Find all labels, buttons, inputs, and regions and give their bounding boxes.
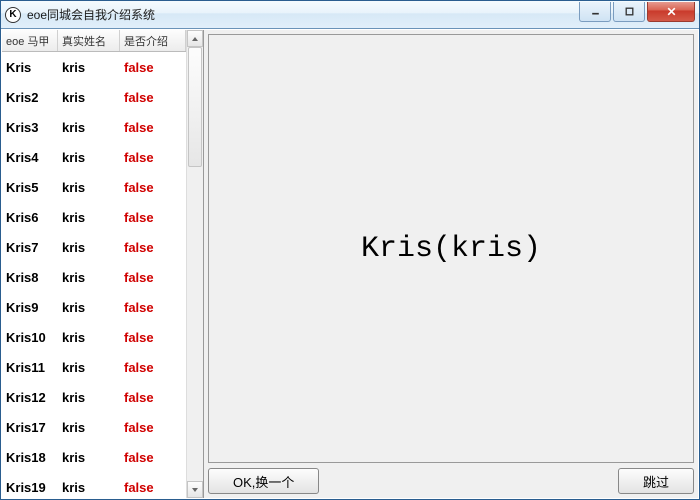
scrollbar-track[interactable]: [187, 47, 203, 481]
cell-c1: Kris11: [2, 360, 58, 375]
table-row[interactable]: Kris5krisfalse: [2, 172, 186, 202]
table-row[interactable]: Kris4krisfalse: [2, 142, 186, 172]
cell-c1: Kris19: [2, 480, 58, 495]
col-header-introduced[interactable]: 是否介绍: [120, 30, 186, 51]
cell-c1: Kris7: [2, 240, 58, 255]
cell-c3: false: [120, 240, 186, 255]
table-row[interactable]: Kris19krisfalse: [2, 472, 186, 498]
col-header-realname[interactable]: 真实姓名: [58, 30, 120, 51]
current-person-display: Kris(kris): [361, 232, 541, 266]
table-row[interactable]: Kris8krisfalse: [2, 262, 186, 292]
maximize-icon: [624, 6, 635, 17]
cell-c1: Kris17: [2, 420, 58, 435]
display-canvas: Kris(kris): [208, 34, 694, 463]
close-icon: [666, 6, 677, 17]
table-row[interactable]: Kris3krisfalse: [2, 112, 186, 142]
cell-c3: false: [120, 90, 186, 105]
cell-c3: false: [120, 210, 186, 225]
table-row[interactable]: Kris18krisfalse: [2, 442, 186, 472]
table-row[interactable]: Kris7krisfalse: [2, 232, 186, 262]
scroll-down-button[interactable]: [187, 481, 203, 498]
cell-c2: kris: [58, 450, 120, 465]
cell-c1: Kris3: [2, 120, 58, 135]
cell-c1: Kris10: [2, 330, 58, 345]
maximize-button[interactable]: [613, 2, 645, 22]
vertical-scrollbar[interactable]: [186, 30, 203, 498]
table-row[interactable]: Kris12krisfalse: [2, 382, 186, 412]
cell-c3: false: [120, 270, 186, 285]
cell-c2: kris: [58, 60, 120, 75]
cell-c1: Kris4: [2, 150, 58, 165]
window-title: eoe同城会自我介绍系统: [27, 6, 579, 23]
titlebar[interactable]: K eoe同城会自我介绍系统: [1, 1, 699, 29]
cell-c2: kris: [58, 390, 120, 405]
cell-c2: kris: [58, 480, 120, 495]
cell-c1: Kris2: [2, 90, 58, 105]
chevron-down-icon: [191, 486, 199, 494]
cell-c2: kris: [58, 150, 120, 165]
table-row[interactable]: Kris9krisfalse: [2, 292, 186, 322]
cell-c1: Kris8: [2, 270, 58, 285]
cell-c1: Kris9: [2, 300, 58, 315]
cell-c2: kris: [58, 330, 120, 345]
right-panel: Kris(kris) OK,换一个 跳过: [204, 30, 698, 498]
ok-next-button[interactable]: OK,换一个: [208, 468, 319, 494]
scroll-up-button[interactable]: [187, 30, 203, 47]
cell-c3: false: [120, 390, 186, 405]
cell-c1: Kris5: [2, 180, 58, 195]
cell-c1: Kris12: [2, 390, 58, 405]
cell-c2: kris: [58, 420, 120, 435]
cell-c1: Kris18: [2, 450, 58, 465]
chevron-up-icon: [191, 35, 199, 43]
table-row[interactable]: Kris6krisfalse: [2, 202, 186, 232]
cell-c2: kris: [58, 180, 120, 195]
table-row[interactable]: Kriskrisfalse: [2, 52, 186, 82]
cell-c3: false: [120, 300, 186, 315]
skip-button[interactable]: 跳过: [618, 468, 694, 494]
table-row[interactable]: Kris17krisfalse: [2, 412, 186, 442]
cell-c2: kris: [58, 120, 120, 135]
cell-c2: kris: [58, 240, 120, 255]
minimize-icon: [590, 6, 601, 17]
cell-c2: kris: [58, 210, 120, 225]
cell-c2: kris: [58, 360, 120, 375]
close-button[interactable]: [647, 2, 695, 22]
left-panel: eoe 马甲 真实姓名 是否介绍 KriskrisfalseKris2krisf…: [2, 30, 204, 498]
cell-c3: false: [120, 480, 186, 495]
minimize-button[interactable]: [579, 2, 611, 22]
table-body: KriskrisfalseKris2krisfalseKris3krisfals…: [2, 52, 186, 498]
cell-c3: false: [120, 120, 186, 135]
col-header-alias[interactable]: eoe 马甲: [2, 30, 58, 51]
cell-c3: false: [120, 360, 186, 375]
cell-c3: false: [120, 60, 186, 75]
cell-c3: false: [120, 150, 186, 165]
cell-c3: false: [120, 450, 186, 465]
app-window: K eoe同城会自我介绍系统 eoe 马甲 真实姓名 是否介绍: [0, 0, 700, 500]
cell-c1: Kris: [2, 60, 58, 75]
cell-c3: false: [120, 330, 186, 345]
table-row[interactable]: Kris2krisfalse: [2, 82, 186, 112]
app-icon: K: [5, 7, 21, 23]
cell-c2: kris: [58, 270, 120, 285]
table-header: eoe 马甲 真实姓名 是否介绍: [2, 30, 186, 52]
cell-c2: kris: [58, 90, 120, 105]
table-row[interactable]: Kris10krisfalse: [2, 322, 186, 352]
cell-c2: kris: [58, 300, 120, 315]
table-row[interactable]: Kris11krisfalse: [2, 352, 186, 382]
scrollbar-thumb[interactable]: [188, 47, 202, 167]
cell-c1: Kris6: [2, 210, 58, 225]
cell-c3: false: [120, 420, 186, 435]
cell-c3: false: [120, 180, 186, 195]
